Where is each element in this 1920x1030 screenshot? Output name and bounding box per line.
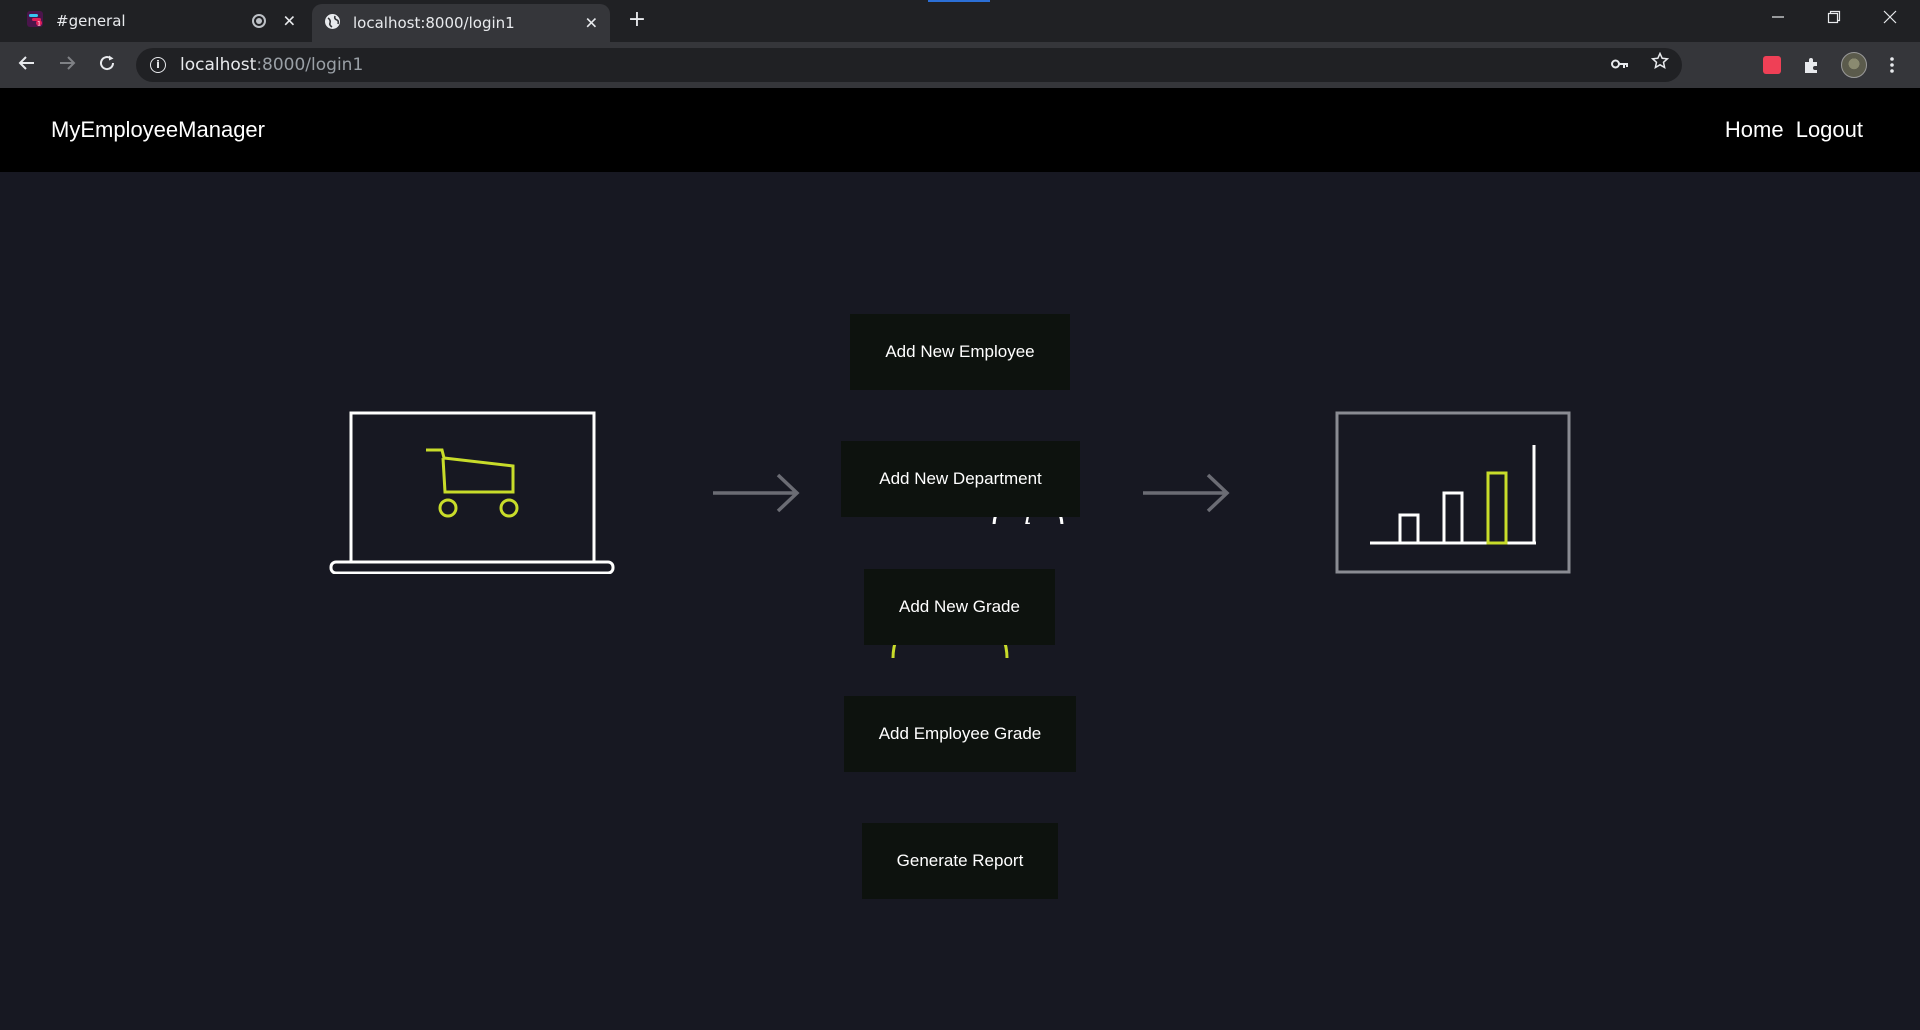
svg-text:1: 1 [37,21,41,28]
minimize-icon[interactable] [1750,0,1806,38]
close-tab-icon[interactable]: ✕ [585,14,598,33]
globe-icon [324,13,341,34]
pocket-extension-icon[interactable] [1760,53,1784,77]
arrow-right-icon [713,473,800,513]
add-employee-grade-button[interactable]: Add Employee Grade [844,696,1076,772]
reload-icon[interactable] [93,51,121,79]
browser-toolbar: i localhost:8000/login1 [0,42,1920,88]
nav-logout-link[interactable]: Logout [1796,117,1863,142]
report-chart-illustration [1335,411,1571,574]
new-tab-icon[interactable]: + [625,8,649,32]
add-new-grade-button[interactable]: Add New Grade [864,569,1055,645]
brand-title[interactable]: MyEmployeeManager [51,88,265,172]
arrow-right-icon [1143,473,1230,513]
close-window-icon[interactable] [1862,0,1918,38]
url-path: :8000/login1 [256,55,364,75]
laptop-cart-illustration [329,411,615,574]
add-new-department-button[interactable]: Add New Department [841,441,1080,517]
browser-menu-icon[interactable] [1880,53,1904,77]
generate-report-button[interactable]: Generate Report [862,823,1058,899]
tab-title: #general [56,12,126,30]
slack-app-icon: 1 [26,10,44,32]
window-drag-indicator [928,0,990,2]
extensions-puzzle-icon[interactable] [1800,53,1824,77]
close-tab-icon[interactable]: ✕ [283,12,296,31]
shopping-cart-icon [426,448,519,518]
site-info-icon[interactable]: i [150,57,166,73]
forward-arrow-icon[interactable] [53,51,81,79]
back-arrow-icon[interactable] [13,51,41,79]
bookmark-star-icon[interactable] [1646,48,1674,82]
profile-avatar[interactable] [1840,51,1868,79]
page-content: MyEmployeeManager Home Logout i [0,88,1920,1030]
key-icon[interactable] [1606,48,1634,82]
address-bar[interactable]: i localhost:8000/login1 [136,48,1682,82]
nav-home-link[interactable]: Home [1725,117,1784,142]
restore-icon[interactable] [1806,0,1862,38]
url-host: localhost [180,55,257,75]
nav-links: Home Logout [1719,88,1863,172]
tab-localhost[interactable]: localhost:8000/login1 ✕ [312,4,610,42]
tab-general[interactable]: 1 #general ✕ [10,0,308,42]
recording-icon [252,14,266,28]
add-new-employee-button[interactable]: Add New Employee [850,314,1070,390]
tab-title: localhost:8000/login1 [353,14,515,32]
app-header: MyEmployeeManager Home Logout [0,88,1920,172]
browser-tabstrip: 1 #general ✕ localhost:8000/login1 ✕ + [0,0,1920,42]
